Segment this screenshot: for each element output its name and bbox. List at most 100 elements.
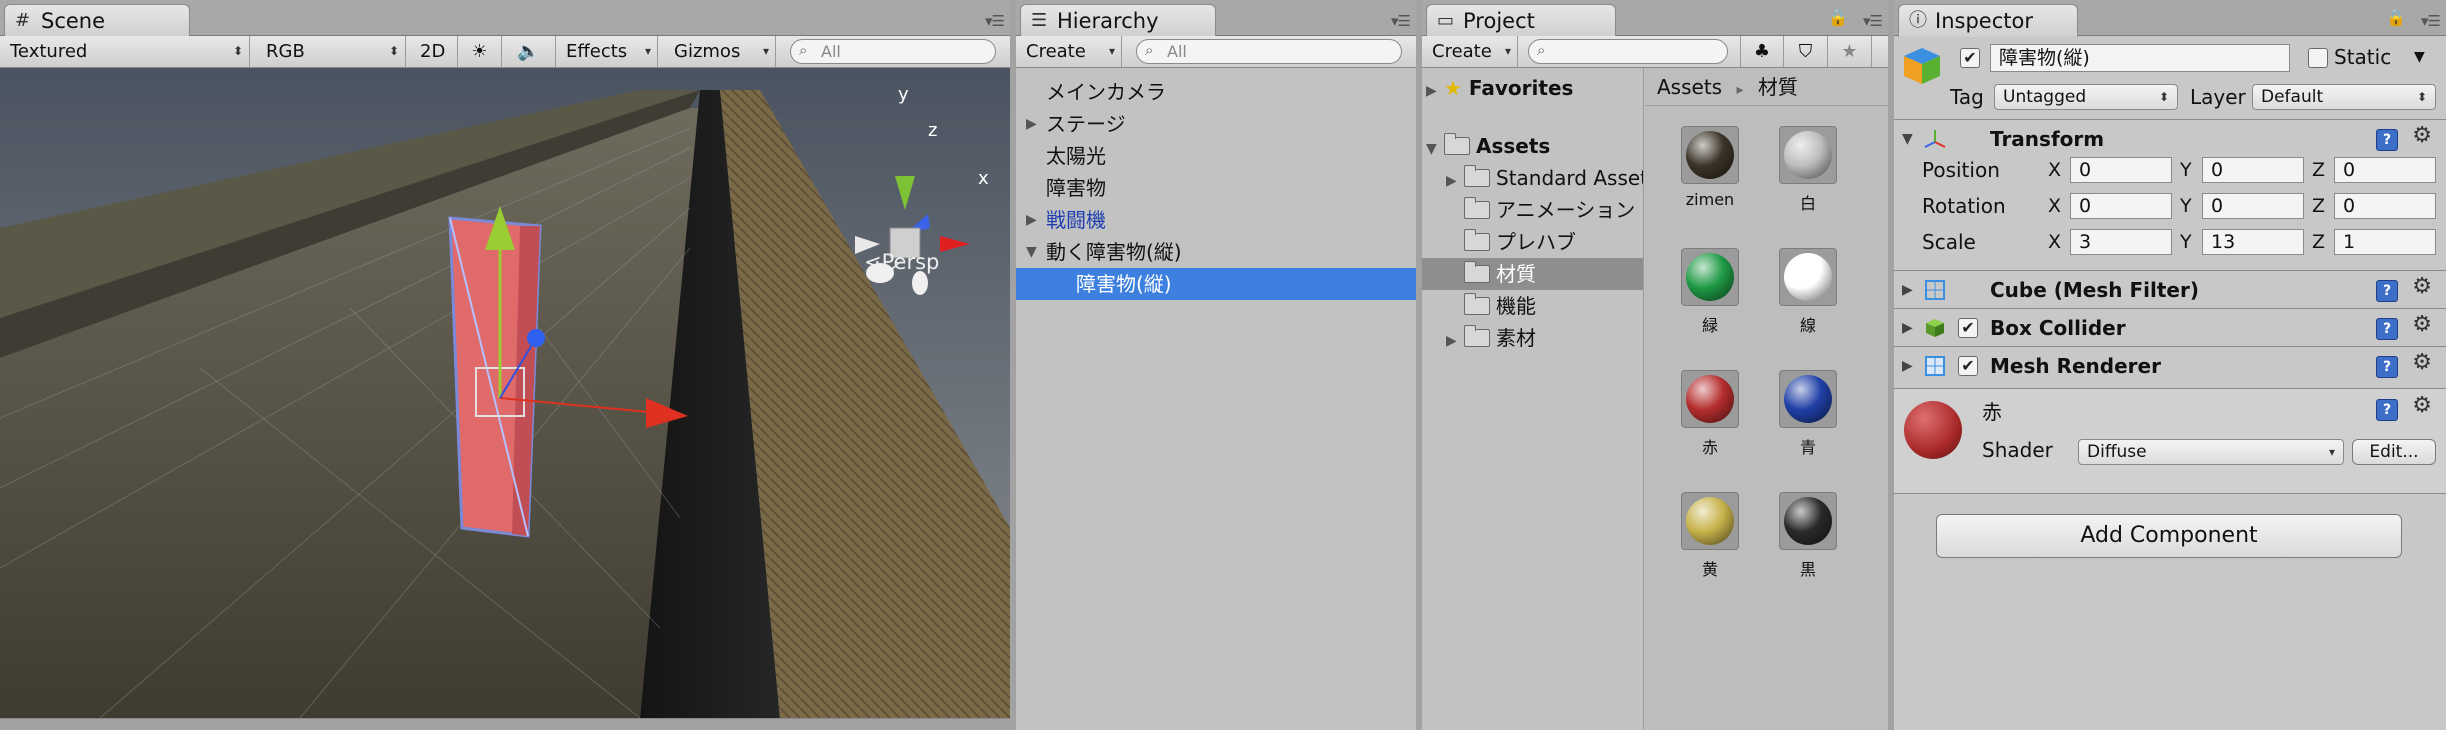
transform-header[interactable]: ▼ Transform ? ⚙ [1894, 119, 2446, 157]
scale-y-field[interactable]: 13 [2202, 229, 2304, 255]
lock-icon[interactable]: 🔒 [1828, 8, 1848, 27]
filter-by-label-button[interactable]: ⛉ [1784, 36, 1828, 67]
project-search-input[interactable]: ⌕ [1528, 39, 1728, 64]
project-create-dropdown[interactable]: Create ▾ [1422, 36, 1518, 67]
material-asset[interactable]: 白 [1763, 126, 1853, 214]
position-y-field[interactable]: 0 [2202, 157, 2304, 183]
hierarchy-item[interactable]: メインカメラ [1016, 76, 1416, 108]
save-search-button[interactable]: ★ [1828, 36, 1872, 67]
effects-dropdown[interactable]: Effects ▾ [556, 36, 658, 67]
shader-dropdown[interactable]: Diffuse ▾ [2078, 439, 2344, 465]
expand-arrow-icon[interactable]: ▶ [1902, 309, 1913, 347]
help-icon[interactable]: ? [2376, 318, 2398, 340]
gear-icon[interactable]: ⚙ [2412, 312, 2432, 337]
rotation-y-field[interactable]: 0 [2202, 193, 2304, 219]
projection-label[interactable]: ⋖Persp [864, 250, 939, 274]
tab-hierarchy[interactable]: ☰ Hierarchy [1020, 4, 1216, 37]
rotation-x-axis-label[interactable]: X [2048, 192, 2061, 220]
add-component-button[interactable]: Add Component [1936, 514, 2402, 558]
position-z-field[interactable]: 0 [2334, 157, 2436, 183]
hierarchy-item[interactable]: ▶ ステージ [1016, 108, 1416, 140]
tab-menu-icon[interactable]: ▾☰ [2421, 12, 2441, 30]
render-mode-dropdown[interactable]: Textured ⬍ [0, 36, 250, 67]
folder-row-selected[interactable]: 材質 [1422, 258, 1643, 290]
hierarchy-item-selected[interactable]: 障害物(縦) [1016, 268, 1416, 300]
folder-row-assets[interactable]: ▼ Assets [1422, 130, 1643, 162]
hierarchy-create-dropdown[interactable]: Create ▾ [1016, 36, 1122, 67]
layer-dropdown[interactable]: Default ⬍ [2252, 84, 2436, 110]
gear-icon[interactable]: ⚙ [2412, 123, 2432, 148]
expand-arrow-icon[interactable]: ▶ [1026, 108, 1037, 140]
hierarchy-item[interactable]: 障害物 [1016, 172, 1416, 204]
material-asset[interactable]: 赤 [1665, 370, 1755, 458]
scale-y-axis-label[interactable]: Y [2180, 228, 2192, 256]
material-asset[interactable]: 黄 [1665, 492, 1755, 580]
static-dropdown-arrow-icon[interactable]: ▼ [2414, 44, 2425, 70]
tab-menu-icon[interactable]: ▾☰ [985, 12, 1005, 30]
filter-by-type-button[interactable]: ♣ [1740, 36, 1784, 67]
scale-z-field[interactable]: 1 [2334, 229, 2436, 255]
position-x-axis-label[interactable]: X [2048, 156, 2061, 184]
color-mode-dropdown[interactable]: RGB ⬍ [256, 36, 406, 67]
material-asset[interactable]: 青 [1763, 370, 1853, 458]
position-y-axis-label[interactable]: Y [2180, 156, 2192, 184]
expand-arrow-icon[interactable]: ▶ [1446, 325, 1464, 354]
2d-toggle-button[interactable]: 2D [410, 36, 458, 67]
rotation-z-field[interactable]: 0 [2334, 193, 2436, 219]
help-icon[interactable]: ? [2376, 129, 2398, 151]
material-asset[interactable]: 黒 [1763, 492, 1853, 580]
collapse-arrow-icon[interactable]: ▼ [1026, 236, 1037, 268]
tab-menu-icon[interactable]: ▾☰ [1863, 12, 1883, 30]
tab-menu-icon[interactable]: ▾☰ [1391, 12, 1411, 30]
scale-x-axis-label[interactable]: X [2048, 228, 2061, 256]
expand-arrow-icon[interactable]: ▶ [1446, 165, 1464, 194]
material-asset[interactable]: zimen [1665, 126, 1755, 209]
hierarchy-item[interactable]: 太陽光 [1016, 140, 1416, 172]
object-name-field[interactable]: 障害物(縦) [1990, 44, 2290, 72]
gear-icon[interactable]: ⚙ [2412, 274, 2432, 299]
edit-shader-button[interactable]: Edit... [2352, 439, 2436, 465]
folder-row[interactable]: アニメーション [1422, 194, 1643, 226]
expand-arrow-icon[interactable]: ▶ [1426, 75, 1444, 104]
lighting-toggle-button[interactable]: ☀ [458, 36, 502, 67]
component-header[interactable]: ▶ Cube (Mesh Filter) ? ⚙ [1894, 270, 2446, 308]
active-checkbox[interactable]: ✔ [1960, 48, 1980, 68]
help-icon[interactable]: ? [2376, 356, 2398, 378]
component-enabled-checkbox[interactable]: ✔ [1958, 356, 1978, 376]
component-enabled-checkbox[interactable]: ✔ [1958, 318, 1978, 338]
help-icon[interactable]: ? [2376, 280, 2398, 302]
breadcrumb-root[interactable]: Assets [1657, 75, 1722, 99]
tab-project[interactable]: ▭ Project [1426, 4, 1616, 37]
collapse-arrow-icon[interactable]: ▼ [1902, 120, 1913, 158]
material-asset[interactable]: 緑 [1665, 248, 1755, 336]
help-icon[interactable]: ? [2376, 399, 2398, 421]
static-checkbox[interactable] [2308, 48, 2328, 68]
hierarchy-search-input[interactable]: ⌕ All [1136, 39, 1402, 64]
scale-z-axis-label[interactable]: Z [2312, 228, 2325, 256]
rotation-z-axis-label[interactable]: Z [2312, 192, 2325, 220]
position-z-axis-label[interactable]: Z [2312, 156, 2325, 184]
hierarchy-item[interactable]: ▼ 動く障害物(縦) [1016, 236, 1416, 268]
component-header[interactable]: ▶ ✔ Mesh Renderer ? ⚙ [1894, 346, 2446, 384]
audio-toggle-button[interactable]: 🔈 [502, 36, 556, 67]
rotation-y-axis-label[interactable]: Y [2180, 192, 2192, 220]
tab-inspector[interactable]: ⓘ Inspector [1898, 4, 2078, 37]
tab-scene[interactable]: # Scene [4, 4, 190, 37]
favorites-row[interactable]: ▶ ★ Favorites [1422, 72, 1643, 104]
component-header[interactable]: ▶ ✔ Box Collider ? ⚙ [1894, 308, 2446, 346]
expand-arrow-icon[interactable]: ▶ [1902, 271, 1913, 309]
scene-search-input[interactable]: ⌕ All [790, 39, 996, 64]
material-asset[interactable]: 線 [1763, 248, 1853, 336]
lock-icon[interactable]: 🔒 [2386, 8, 2406, 27]
hierarchy-item[interactable]: ▶ 戦闘機 [1016, 204, 1416, 236]
folder-row[interactable]: ▶ 素材 [1422, 322, 1643, 354]
rotation-x-field[interactable]: 0 [2070, 193, 2172, 219]
breadcrumb-current[interactable]: 材質 [1758, 75, 1798, 99]
gizmos-dropdown[interactable]: Gizmos ▾ [664, 36, 776, 67]
collapse-arrow-icon[interactable]: ▼ [1426, 133, 1444, 162]
expand-arrow-icon[interactable]: ▶ [1026, 204, 1037, 236]
scene-viewport[interactable]: y z x ⋖Persp [0, 68, 1010, 718]
tag-dropdown[interactable]: Untagged ⬍ [1994, 84, 2178, 110]
scale-x-field[interactable]: 3 [2070, 229, 2172, 255]
folder-row[interactable]: ▶ Standard Assets [1422, 162, 1643, 194]
